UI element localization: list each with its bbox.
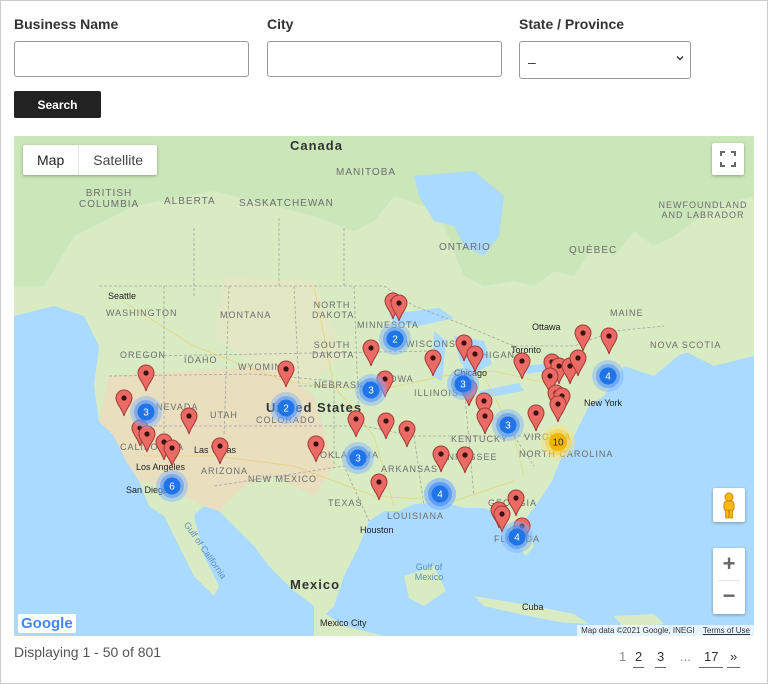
cluster-marker[interactable]: 2 — [379, 323, 411, 355]
cluster-marker[interactable]: 3 — [355, 374, 387, 406]
zoom-control: + − — [713, 548, 745, 614]
map-pin-icon[interactable] — [362, 339, 380, 367]
cluster-marker[interactable]: 4 — [592, 360, 624, 392]
map-pin-icon[interactable] — [307, 435, 325, 463]
cluster-count: 3 — [368, 386, 374, 397]
map-attribution: Map data ©2021 Google, INEGI Terms of Us… — [577, 625, 754, 636]
cluster-count: 3 — [143, 408, 149, 419]
map-pin-icon[interactable] — [211, 437, 229, 465]
cluster-count: 3 — [505, 421, 511, 432]
cluster-count: 4 — [605, 372, 611, 383]
pagination-current: 1 — [619, 649, 627, 664]
city-input[interactable] — [267, 41, 502, 77]
cluster-marker[interactable]: 3 — [492, 409, 524, 441]
map-pin-icon[interactable] — [476, 407, 494, 435]
cluster-marker[interactable]: 3 — [342, 442, 374, 474]
fullscreen-button[interactable] — [712, 143, 744, 175]
map-pin-icon[interactable] — [370, 473, 388, 501]
map-pin-icon[interactable] — [180, 407, 198, 435]
zoom-out-button[interactable]: − — [713, 581, 745, 613]
map-pin-icon[interactable] — [527, 404, 545, 432]
pagination-ellipsis: ... — [680, 649, 691, 664]
cluster-marker[interactable]: 2 — [270, 392, 302, 424]
map-pin-icon[interactable] — [507, 489, 525, 517]
city-label: City — [267, 16, 294, 32]
map-pin-icon[interactable] — [277, 360, 295, 388]
map-pin-icon[interactable] — [137, 364, 155, 392]
map-pin-icon[interactable] — [466, 345, 484, 373]
map-pin-icon[interactable] — [456, 446, 474, 474]
pagination-next[interactable]: » — [727, 649, 741, 668]
pagination-page-2[interactable]: 2 — [633, 649, 645, 668]
cluster-marker-large[interactable]: 10 — [541, 425, 575, 459]
state-label: State / Province — [519, 16, 625, 32]
pagination-last-page[interactable]: 17 — [699, 649, 724, 668]
results-summary: Displaying 1 - 50 of 801 — [14, 644, 162, 660]
map-view[interactable]: Canada United States Mexico Cuba BRITISH… — [14, 136, 754, 636]
cluster-marker[interactable]: 6 — [156, 470, 188, 502]
map-pin-icon[interactable] — [398, 420, 416, 448]
map-pin-icon[interactable] — [513, 352, 531, 380]
street-view-button[interactable] — [713, 488, 745, 522]
cluster-count: 6 — [169, 482, 175, 493]
pegman-icon — [723, 492, 735, 519]
pagination-page-3[interactable]: 3 — [655, 649, 667, 668]
terms-of-use-link[interactable]: Terms of Use — [703, 626, 750, 635]
cluster-marker[interactable]: 3 — [130, 396, 162, 428]
chevron-down-icon — [676, 56, 684, 61]
cluster-count: 4 — [514, 533, 520, 544]
map-pin-icon[interactable] — [377, 412, 395, 440]
map-pin-icon[interactable] — [115, 389, 133, 417]
cluster-count: 2 — [283, 404, 289, 415]
map-pin-icon[interactable] — [138, 425, 156, 453]
map-pin-icon[interactable] — [347, 410, 365, 438]
cluster-count: 3 — [460, 380, 466, 391]
state-select-value: – — [528, 54, 536, 70]
search-button[interactable]: Search — [14, 91, 101, 118]
cluster-count: 4 — [437, 490, 443, 501]
business-name-input[interactable] — [14, 41, 249, 77]
map-pin-icon[interactable] — [574, 324, 592, 352]
cluster-count: 10 — [552, 438, 564, 449]
map-pin-icon[interactable] — [549, 395, 567, 423]
cluster-marker[interactable]: 3 — [447, 368, 479, 400]
business-name-label: Business Name — [14, 16, 119, 32]
map-pin-icon[interactable] — [163, 439, 181, 467]
map-pin-icon[interactable] — [432, 445, 450, 473]
map-type-satellite-button[interactable]: Satellite — [78, 145, 157, 175]
cluster-marker[interactable]: 4 — [424, 478, 456, 510]
map-type-map-button[interactable]: Map — [23, 145, 78, 175]
fullscreen-icon — [720, 151, 736, 167]
cluster-count: 2 — [392, 335, 398, 346]
map-data-text: Map data ©2021 Google, INEGI — [581, 626, 695, 635]
cluster-count: 3 — [355, 454, 361, 465]
zoom-in-button[interactable]: + — [713, 548, 745, 580]
map-pin-icon[interactable] — [600, 327, 618, 355]
google-logo[interactable]: Google — [18, 614, 76, 633]
state-select[interactable]: – — [519, 41, 691, 79]
map-pin-icon[interactable] — [424, 349, 442, 377]
cluster-marker[interactable]: 4 — [501, 521, 533, 553]
marker-layer: 23323343544610 — [115, 292, 624, 553]
map-type-control: Map Satellite — [23, 145, 158, 175]
